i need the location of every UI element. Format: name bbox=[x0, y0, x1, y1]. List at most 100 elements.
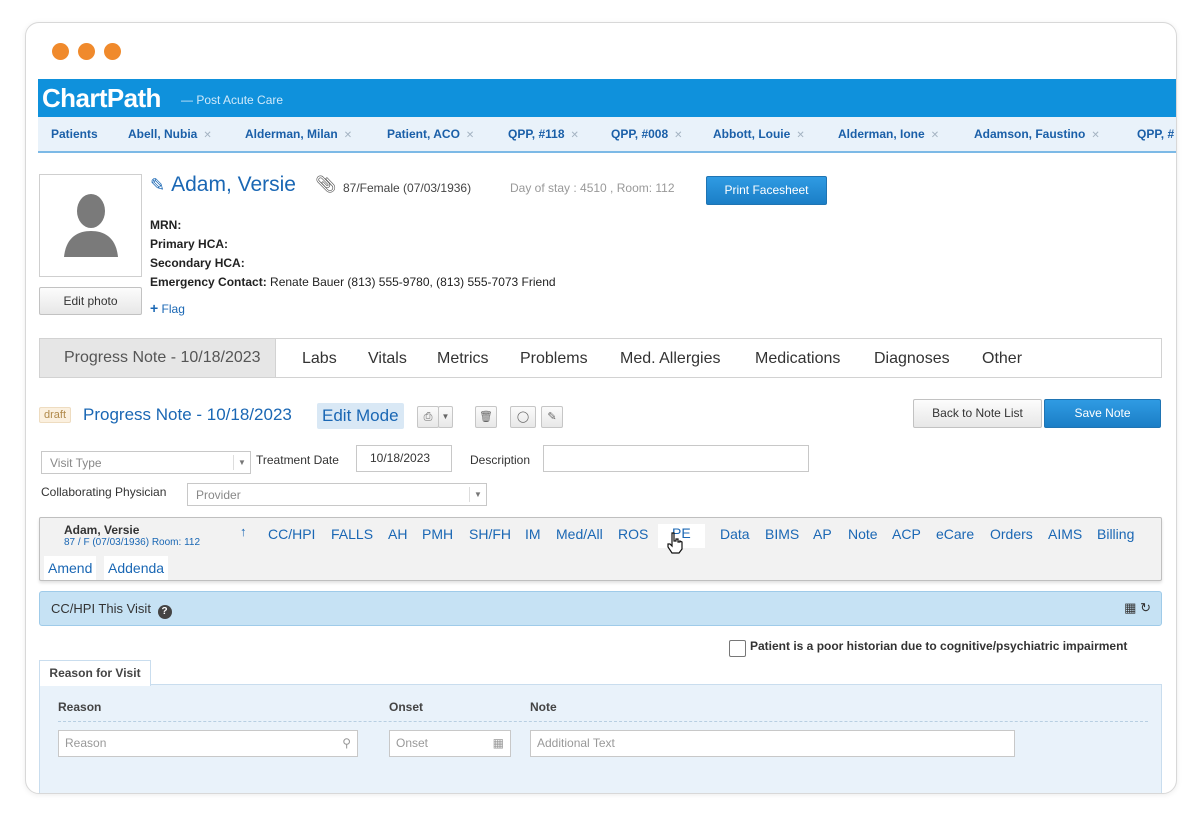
avatar-icon bbox=[64, 194, 118, 257]
description-label: Description bbox=[470, 453, 531, 467]
reason-panel: Reason Onset Note Reason ⚲ Onset ▦ Addit… bbox=[39, 684, 1162, 793]
chevron-down-icon: ▼ bbox=[233, 455, 250, 470]
note-input[interactable]: Additional Text bbox=[530, 730, 1015, 757]
main-tabs: Progress Note - 10/18/2023 Labs Vitals M… bbox=[39, 338, 1162, 378]
patient-tab[interactable]: Alderman, Ione ✕ bbox=[838, 127, 939, 141]
save-note-button[interactable]: Save Note bbox=[1044, 399, 1161, 428]
patient-tab[interactable]: Adamson, Faustino ✕ bbox=[974, 127, 1100, 141]
patient-tab-label: Alderman, Milan bbox=[245, 127, 338, 141]
section-link-billing[interactable]: Billing bbox=[1097, 526, 1134, 542]
section-link-amend[interactable]: Amend bbox=[44, 556, 97, 580]
calendar-icon: ▦ bbox=[492, 736, 504, 750]
trash-icon[interactable]: 🗑︎ bbox=[475, 406, 497, 428]
arrow-up-icon[interactable]: ↑ bbox=[240, 524, 247, 539]
section-nav-patient-info: 87 / F (07/03/1936) Room: 112 bbox=[64, 537, 201, 548]
edit-photo-button[interactable]: Edit photo bbox=[39, 287, 142, 315]
section-link-pmh[interactable]: PMH bbox=[422, 526, 453, 542]
close-icon[interactable]: ✕ bbox=[571, 130, 579, 141]
visit-type-select[interactable]: Visit Type ▼ bbox=[41, 451, 251, 474]
section-link-data[interactable]: Data bbox=[720, 526, 750, 542]
close-icon[interactable]: ✕ bbox=[931, 130, 939, 141]
paperclip-icon[interactable]: 📎︎ bbox=[315, 175, 337, 195]
calendar-icon[interactable]: ▦ bbox=[1124, 600, 1136, 615]
patient-tabs: Patients Abell, Nubia ✕ Alderman, Milan ✕ … bbox=[38, 117, 1176, 153]
print-facesheet-button[interactable]: Print Facesheet bbox=[706, 176, 827, 205]
close-icon[interactable]: ✕ bbox=[466, 130, 474, 141]
window-dot-icon[interactable] bbox=[78, 43, 95, 60]
close-icon[interactable]: ✕ bbox=[674, 130, 682, 141]
hand-cursor-icon bbox=[667, 532, 683, 554]
close-icon[interactable]: ✕ bbox=[344, 130, 352, 141]
brand-bar: ChartPath — Post Acute Care bbox=[38, 79, 1176, 117]
tab-reason-for-visit[interactable]: Reason for Visit bbox=[39, 660, 151, 686]
window-dot-icon[interactable] bbox=[104, 43, 121, 60]
refresh-icon[interactable]: ↻ bbox=[1140, 600, 1151, 615]
app-window: ChartPath — Post Acute Care Patients Abe… bbox=[25, 22, 1177, 794]
note-title: Progress Note - 10/18/2023 bbox=[83, 405, 292, 424]
tab-medications[interactable]: Medications bbox=[755, 350, 840, 368]
section-link-note[interactable]: Note bbox=[848, 526, 878, 542]
flag-label: Flag bbox=[161, 302, 185, 316]
patient-tab[interactable]: QPP, #008 ✕ bbox=[611, 127, 683, 141]
tab-diagnoses[interactable]: Diagnoses bbox=[874, 350, 950, 368]
patient-tab[interactable]: Patients bbox=[51, 127, 98, 141]
back-to-note-list-button[interactable]: Back to Note List bbox=[913, 399, 1042, 428]
close-icon[interactable]: ✕ bbox=[796, 130, 804, 141]
section-link-ecare[interactable]: eCare bbox=[936, 526, 974, 542]
section-link-acp[interactable]: ACP bbox=[892, 526, 921, 542]
patient-tab[interactable]: Abell, Nubia ✕ bbox=[128, 127, 212, 141]
section-link-cchpi[interactable]: CC/HPI bbox=[268, 526, 315, 542]
patient-tab[interactable]: Patient, ACO ✕ bbox=[387, 127, 474, 141]
emergency-contact-label: Emergency Contact: bbox=[150, 275, 267, 289]
secondary-hca-label: Secondary HCA: bbox=[150, 256, 245, 270]
section-link-ap[interactable]: AP bbox=[813, 526, 832, 542]
header-divider bbox=[58, 721, 1148, 722]
chevron-down-icon[interactable]: ▼ bbox=[438, 406, 453, 428]
tab-progress-note[interactable]: Progress Note - 10/18/2023 bbox=[40, 339, 276, 377]
section-link-bims[interactable]: BIMS bbox=[765, 526, 799, 542]
tab-vitals[interactable]: Vitals bbox=[368, 350, 407, 368]
treatment-date-input[interactable]: 10/18/2023 bbox=[356, 445, 452, 472]
section-link-ah[interactable]: AH bbox=[388, 526, 407, 542]
patient-tab[interactable]: QPP, # bbox=[1137, 127, 1174, 141]
tag-icon[interactable]: ✎ bbox=[541, 406, 563, 428]
reason-input[interactable]: Reason ⚲ bbox=[58, 730, 358, 757]
close-icon[interactable]: ✕ bbox=[1091, 130, 1099, 141]
print-icon[interactable]: ⎙ bbox=[417, 406, 439, 428]
section-link-falls[interactable]: FALLS bbox=[331, 526, 373, 542]
poor-historian-label: Patient is a poor historian due to cogni… bbox=[750, 639, 1128, 653]
provider-select[interactable]: Provider ▼ bbox=[187, 483, 487, 506]
close-icon[interactable]: ✕ bbox=[203, 130, 211, 141]
app-logo[interactable]: ChartPath bbox=[42, 83, 161, 114]
cchpi-section-header[interactable]: CC/HPI This Visit ? ▦ ↻ bbox=[39, 591, 1162, 626]
col-reason-header: Reason bbox=[58, 700, 102, 714]
onset-input[interactable]: Onset ▦ bbox=[389, 730, 511, 757]
patient-name-text[interactable]: Adam, Versie bbox=[171, 173, 296, 196]
patient-tab-label: Patients bbox=[51, 127, 98, 141]
patient-photo bbox=[39, 174, 142, 277]
flag-button[interactable]: + Flag bbox=[150, 300, 185, 316]
tab-labs[interactable]: Labs bbox=[302, 350, 337, 368]
section-link-ros[interactable]: ROS bbox=[618, 526, 648, 542]
tab-problems[interactable]: Problems bbox=[520, 350, 588, 368]
patient-tab[interactable]: Abbott, Louie ✕ bbox=[713, 127, 805, 141]
patient-tab[interactable]: QPP, #118 ✕ bbox=[508, 127, 579, 141]
cchpi-title: CC/HPI This Visit ? bbox=[51, 601, 172, 619]
section-link-orders[interactable]: Orders bbox=[990, 526, 1033, 542]
help-icon[interactable]: ? bbox=[157, 605, 172, 619]
tab-other[interactable]: Other bbox=[982, 350, 1022, 368]
section-link-medall[interactable]: Med/All bbox=[556, 526, 603, 542]
patient-tab[interactable]: Alderman, Milan ✕ bbox=[245, 127, 352, 141]
pencil-icon[interactable]: ✎ bbox=[150, 175, 165, 195]
section-link-shfh[interactable]: SH/FH bbox=[469, 526, 511, 542]
window-dot-icon[interactable] bbox=[52, 43, 69, 60]
description-input[interactable] bbox=[543, 445, 809, 472]
section-link-im[interactable]: IM bbox=[525, 526, 541, 542]
section-link-aims[interactable]: AIMS bbox=[1048, 526, 1082, 542]
tab-med-allergies[interactable]: Med. Allergies bbox=[620, 350, 721, 368]
tab-metrics[interactable]: Metrics bbox=[437, 350, 489, 368]
comment-icon[interactable]: ◯ bbox=[510, 406, 536, 428]
onset-placeholder: Onset bbox=[396, 736, 429, 750]
poor-historian-checkbox[interactable] bbox=[729, 640, 746, 657]
section-link-addenda[interactable]: Addenda bbox=[104, 556, 169, 580]
